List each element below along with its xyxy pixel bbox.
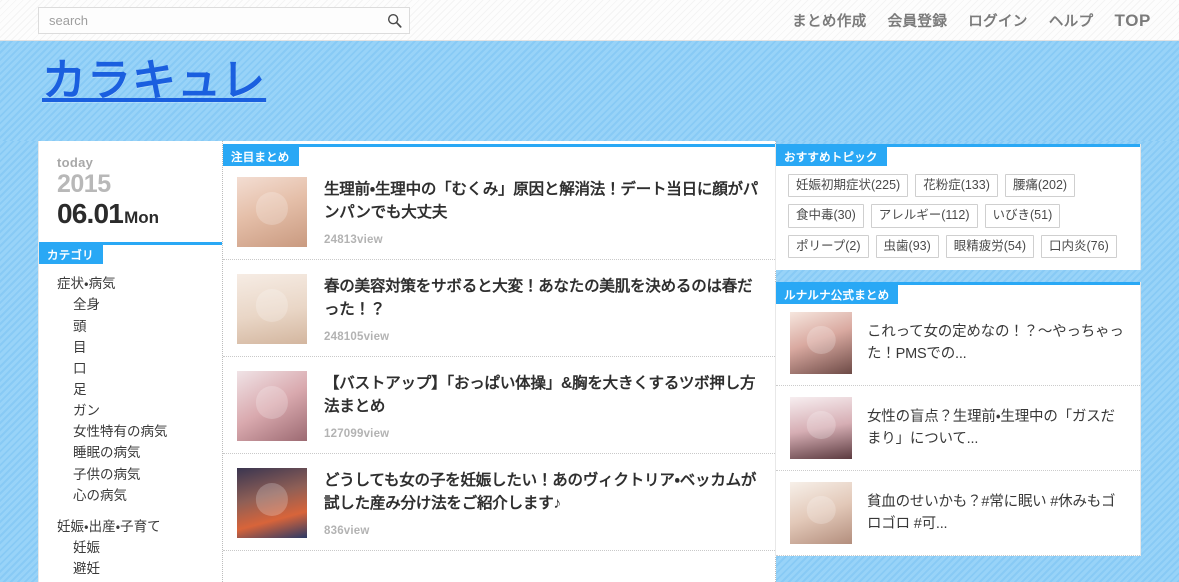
search-button[interactable] <box>379 8 409 33</box>
article-view-count: 248105view <box>324 330 390 343</box>
category-section-header: カテゴリ <box>39 242 231 265</box>
article-title: 生理前・生理中の「むくみ」原因と解消法！デート当日に顔がパンパンでも大丈夫 <box>324 181 759 222</box>
left-sidebar: today 2015 06.01Mon カテゴリ 症状・病気 全身 頭 目 口 … <box>38 141 232 582</box>
article-list-item[interactable]: 春の美容対策をサボると大変！あなたの美肌を決めるのは春だった！？ 248105v… <box>223 260 775 357</box>
top-bar: まとめ作成 会員登録 ログイン ヘルプ TOP <box>0 0 1179 41</box>
article-thumbnail <box>237 468 307 538</box>
category-child-zenshin[interactable]: 全身 <box>39 294 231 315</box>
category-child-atama[interactable]: 頭 <box>39 316 231 337</box>
category-child-womens-disease[interactable]: 女性特有の病気 <box>39 421 231 442</box>
category-child-kuchi[interactable]: 口 <box>39 358 231 379</box>
featured-section-title: 注目まとめ <box>223 147 299 166</box>
topic-tag-cloud: 妊娠初期症状(225) 花粉症(133) 腰痛(202) 食中毒(30) アレル… <box>776 163 1140 260</box>
right-sidebar: おすすめトピック 妊娠初期症状(225) 花粉症(133) 腰痛(202) 食中… <box>775 141 1141 582</box>
article-thumbnail <box>237 371 307 441</box>
category-parent-symptoms[interactable]: 症状・病気 <box>39 273 231 294</box>
category-section-title: カテゴリ <box>39 245 103 265</box>
category-child-ninshin[interactable]: 妊娠 <box>39 537 231 558</box>
category-child-mental-disease[interactable]: 心の病気 <box>39 485 231 506</box>
topic-tag[interactable]: 食中毒(30) <box>788 204 864 228</box>
topic-tag[interactable]: アレルギー(112) <box>870 204 978 228</box>
site-banner: カラキュレ <box>0 41 1179 141</box>
topic-tag[interactable]: 腰痛(202) <box>1004 174 1076 198</box>
article-list-item[interactable]: 【バストアップ】「おっぱい体操」&胸を大きくするツボ押し方法まとめ 127099… <box>223 357 775 454</box>
article-title: 【バストアップ】「おっぱい体操」&胸を大きくするツボ押し方法まとめ <box>324 375 756 416</box>
topic-tag[interactable]: 妊娠初期症状(225) <box>788 174 909 198</box>
nav-item-register[interactable]: 会員登録 <box>888 10 948 31</box>
article-view-count: 127099view <box>324 427 390 440</box>
search-icon <box>387 13 402 28</box>
topic-tag[interactable]: 虫歯(93) <box>875 234 939 259</box>
category-child-child-disease[interactable]: 子供の病気 <box>39 464 231 485</box>
category-child-ashi[interactable]: 足 <box>39 379 231 400</box>
category-child-hinin[interactable]: 避妊 <box>39 558 231 579</box>
topic-tag[interactable]: 眼精疲労(54) <box>945 234 1034 259</box>
search-input[interactable] <box>39 8 379 33</box>
today-label: today <box>57 155 94 170</box>
today-day-of-week: Mon <box>124 208 160 227</box>
today-date: 06.01Mon <box>57 198 231 230</box>
official-list-item[interactable]: 貧血のせいかも？#常に眠い #休みもゴロゴロ #可... <box>776 471 1140 557</box>
category-group-symptoms: 症状・病気 全身 頭 目 口 足 ガン 女性特有の病気 睡眠の病気 子供の病気 … <box>39 273 231 506</box>
official-title: これって女の定めなの！？～やっちゃった！PMSでの... <box>867 323 1124 363</box>
category-list: 症状・病気 全身 頭 目 口 足 ガン 女性特有の病気 睡眠の病気 子供の病気 … <box>39 261 231 582</box>
article-thumbnail <box>237 177 307 247</box>
category-child-me[interactable]: 目 <box>39 337 231 358</box>
today-date-number: 06.01 <box>57 198 124 229</box>
topics-section-header: おすすめトピック <box>776 144 1140 166</box>
official-section-title: ルナルナ公式まとめ <box>776 285 899 305</box>
topic-tag[interactable]: いびき(51) <box>984 204 1061 228</box>
official-matome-panel: ルナルナ公式まとめ これって女の定めなの！？～やっちゃった！PMSでの... 女… <box>775 282 1141 557</box>
category-child-gan[interactable]: ガン <box>39 400 231 421</box>
topic-tag[interactable]: ポリープ(2) <box>788 234 869 259</box>
featured-section-header: 注目まとめ <box>223 144 775 166</box>
recommended-topics-panel: おすすめトピック 妊娠初期症状(225) 花粉症(133) 腰痛(202) 食中… <box>775 144 1141 271</box>
nav-item-top[interactable]: TOP <box>1115 11 1151 31</box>
topics-section-title: おすすめトピック <box>776 147 887 166</box>
topic-tag[interactable]: 口内炎(76) <box>1041 234 1117 259</box>
official-section-header: ルナルナ公式まとめ <box>776 282 1140 305</box>
article-title: 春の美容対策をサボると大変！あなたの美肌を決めるのは春だった！？ <box>324 278 753 319</box>
official-thumbnail <box>790 482 852 545</box>
nav-item-login[interactable]: ログイン <box>968 10 1028 31</box>
nav-item-create-matome[interactable]: まとめ作成 <box>792 10 867 31</box>
top-navigation: まとめ作成 会員登録 ログイン ヘルプ TOP <box>792 0 1151 41</box>
article-thumbnail <box>237 274 307 344</box>
today-block: today 2015 06.01Mon <box>39 141 231 238</box>
category-group-pregnancy: 妊娠・出産・子育て 妊娠 避妊 妊娠したい <box>39 516 231 582</box>
official-list-item[interactable]: これって女の定めなの！？～やっちゃった！PMSでの... <box>776 301 1140 387</box>
article-view-count: 24813view <box>324 233 383 246</box>
today-year: 2015 <box>57 170 111 198</box>
article-list-item[interactable]: 生理前・生理中の「むくみ」原因と解消法！デート当日に顔がパンパンでも大丈夫 24… <box>223 163 775 260</box>
category-child-sleep-disease[interactable]: 睡眠の病気 <box>39 442 231 463</box>
official-list-item[interactable]: 女性の盲点？生理前・生理中の「ガスだまり」について... <box>776 386 1140 472</box>
main-column: 注目まとめ 生理前・生理中の「むくみ」原因と解消法！デート当日に顔がパンパンでも… <box>222 141 776 582</box>
category-parent-pregnancy[interactable]: 妊娠・出産・子育て <box>39 516 231 537</box>
official-thumbnail <box>790 312 852 375</box>
official-thumbnail <box>790 397 852 460</box>
article-view-count: 836view <box>324 524 370 537</box>
article-list-item[interactable]: どうしても女の子を妊娠したい！あのヴィクトリア・ベッカムが試した産み分け法をご紹… <box>223 454 775 551</box>
article-title: どうしても女の子を妊娠したい！あのヴィクトリア・ベッカムが試した産み分け法をご紹… <box>324 472 757 513</box>
search-box[interactable] <box>38 7 410 34</box>
official-title: 女性の盲点？生理前・生理中の「ガスだまり」について... <box>867 408 1115 448</box>
topic-tag[interactable]: 花粉症(133) <box>915 174 998 198</box>
official-title: 貧血のせいかも？#常に眠い #休みもゴロゴロ #可... <box>867 493 1116 533</box>
page-body: today 2015 06.01Mon カテゴリ 症状・病気 全身 頭 目 口 … <box>0 141 1179 582</box>
nav-item-help[interactable]: ヘルプ <box>1049 10 1094 31</box>
site-logo[interactable]: カラキュレ <box>42 59 266 103</box>
